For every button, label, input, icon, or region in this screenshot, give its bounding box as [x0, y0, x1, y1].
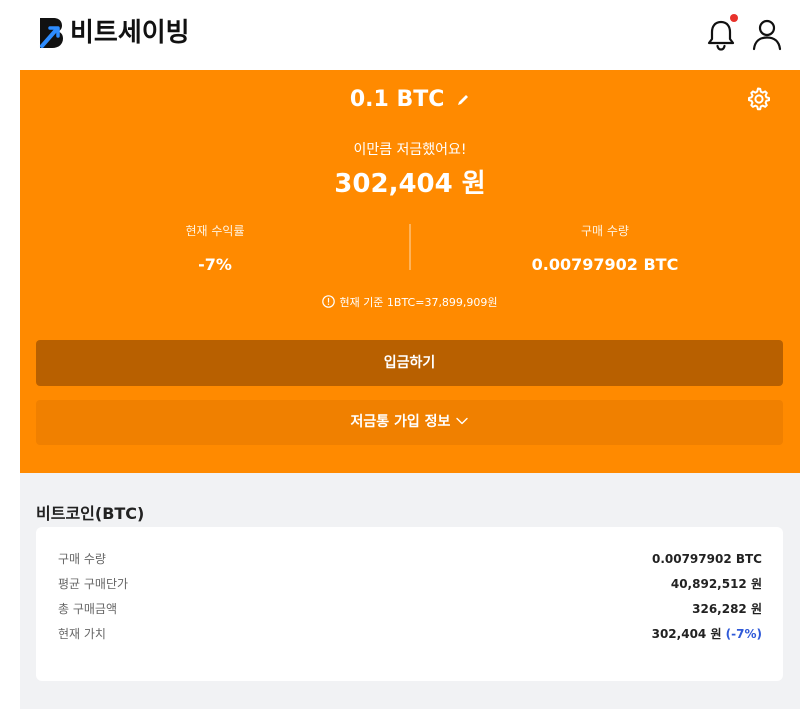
exchange-rate-note: 현재 기준 1BTC=37,899,909원: [20, 294, 800, 312]
app-logo[interactable]: 비트세이빙: [38, 16, 190, 50]
detail-value: 0.00797902 BTC: [651, 552, 762, 566]
app-header: 비트세이빙: [0, 0, 800, 70]
savings-card: 0.1 BTC 이만큼 저금했어요! 302,404 원 현재 수익률 -7% …: [20, 70, 800, 473]
gear-icon[interactable]: [745, 86, 771, 112]
section-title: 비트코인(BTC): [36, 504, 145, 523]
detail-value: 326,282 원: [692, 602, 762, 616]
bell-icon[interactable]: [705, 18, 737, 52]
detail-value-group: 302,404 원 (-7%): [652, 623, 762, 645]
saved-amount: 302,404 원: [334, 169, 486, 199]
saved-message: 이만큼 저금했어요!: [353, 142, 467, 158]
purchase-quantity-stat: 구매 수량 0.00797902 BTC: [410, 222, 800, 276]
detail-label: 구매 수량: [58, 552, 106, 566]
exchange-rate-text: 현재 기준 1BTC=37,899,909원: [339, 296, 498, 309]
return-rate-value: -7%: [198, 255, 232, 274]
purchase-quantity-label: 구매 수량: [581, 224, 629, 238]
savings-goal[interactable]: 0.1 BTC: [20, 84, 800, 116]
detail-row: 총 구매금액 326,282 원: [58, 598, 762, 620]
bitcoin-detail-section: 비트코인(BTC) 구매 수량 0.00797902 BTC 평균 구매단가 4…: [20, 473, 800, 709]
return-rate-label: 현재 수익률: [185, 224, 245, 238]
notification-dot: [730, 14, 738, 22]
purchase-quantity-value: 0.00797902 BTC: [531, 255, 679, 274]
deposit-button-label: 입금하기: [383, 355, 436, 371]
detail-value: 40,892,512 원: [670, 577, 762, 591]
return-rate-stat: 현재 수익률 -7%: [20, 222, 410, 276]
detail-row: 구매 수량 0.00797902 BTC: [58, 548, 762, 570]
detail-card: 구매 수량 0.00797902 BTC 평균 구매단가 40,892,512 …: [36, 527, 783, 681]
pencil-icon[interactable]: [456, 93, 470, 107]
logo-mark-icon: [40, 18, 63, 48]
user-icon[interactable]: [752, 18, 782, 52]
account-info-toggle[interactable]: 저금통 가입 정보: [36, 400, 783, 445]
account-info-label: 저금통 가입 정보: [350, 414, 451, 430]
detail-label: 현재 가치: [58, 627, 106, 641]
logo-text: 비트세이빙: [70, 18, 190, 48]
savings-goal-amount: 0.1 BTC: [349, 87, 445, 112]
info-icon: [322, 295, 336, 308]
detail-row: 평균 구매단가 40,892,512 원: [58, 573, 762, 595]
detail-label: 총 구매금액: [58, 602, 118, 616]
detail-value: 302,404 원: [651, 627, 722, 641]
detail-row: 현재 가치 302,404 원 (-7%): [58, 623, 762, 645]
chevron-down-icon: [456, 417, 469, 425]
value-change: (-7%): [725, 627, 762, 641]
deposit-button[interactable]: 입금하기: [36, 340, 783, 386]
detail-label: 평균 구매단가: [58, 577, 129, 591]
